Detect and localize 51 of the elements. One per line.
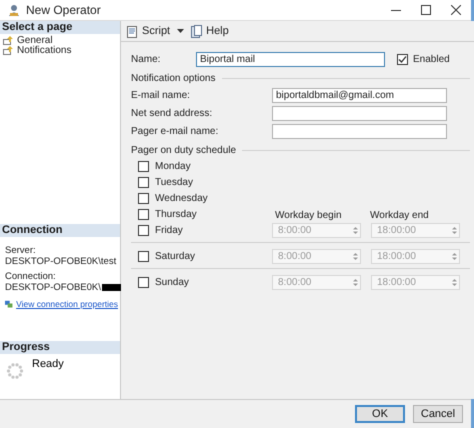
connection-properties-link[interactable]: View connection properties <box>16 299 118 310</box>
window-title: New Operator <box>26 3 101 17</box>
operator-icon <box>8 4 20 16</box>
field-label: Net send address: <box>131 108 214 118</box>
text-field[interactable]: biportaldbmail@gmail.com <box>272 88 447 102</box>
day-label: Tuesday <box>155 176 193 188</box>
field-label: Name: <box>131 54 162 65</box>
text-field[interactable] <box>272 124 447 138</box>
help-icon <box>190 24 204 38</box>
spinner-icon <box>6 362 24 380</box>
group-header: Pager on duty schedule <box>131 145 236 156</box>
page-item[interactable]: Notifications <box>0 45 120 55</box>
day-label: Wednesday <box>155 192 208 204</box>
field-label: E-mail name: <box>131 90 191 100</box>
checkbox[interactable] <box>138 176 149 188</box>
checkbox[interactable] <box>138 208 149 220</box>
checkbox[interactable] <box>397 54 408 65</box>
day-label: Monday <box>155 160 191 172</box>
day-label: Friday <box>155 224 183 236</box>
cancel-button[interactable]: Cancel <box>413 405 463 423</box>
field-label: Pager e-mail name: <box>131 126 220 136</box>
column-header: Workday end <box>370 210 429 220</box>
day-label: Saturday <box>155 250 196 262</box>
dropdown-caret-icon[interactable] <box>177 29 184 33</box>
checkbox-label: Enabled <box>413 54 450 65</box>
help-button[interactable]: Help <box>190 24 229 38</box>
name-field[interactable]: Biportal mail <box>196 52 385 67</box>
script-button[interactable]: Script <box>126 24 170 38</box>
checkbox[interactable] <box>138 160 149 172</box>
checkbox[interactable] <box>138 192 149 204</box>
page-icon <box>3 36 14 44</box>
page-icon <box>3 46 14 54</box>
section-header: Select a page <box>0 21 120 34</box>
server-label: Server: <box>5 245 37 256</box>
day-label: Thursday <box>155 208 197 220</box>
column-header: Workday begin <box>274 210 343 220</box>
ok-button[interactable]: OK <box>355 405 405 423</box>
progress-status: Ready <box>32 358 64 372</box>
section-header: Connection <box>0 224 120 237</box>
text-field[interactable] <box>272 106 447 120</box>
page-item[interactable]: General <box>0 35 120 45</box>
connection-name: DESKTOP-OFOBE0K\ <box>5 282 101 293</box>
close-icon[interactable] <box>451 5 461 15</box>
day-label: Sunday <box>155 276 189 288</box>
section-header: Progress <box>0 341 120 354</box>
maximize-icon[interactable] <box>421 5 431 15</box>
script-icon <box>126 24 139 38</box>
group-header: Notification options <box>131 73 216 84</box>
connection-label: Connection: <box>5 271 57 282</box>
properties-icon <box>5 299 14 310</box>
server-name: DESKTOP-OFOBE0K\test <box>5 256 118 267</box>
